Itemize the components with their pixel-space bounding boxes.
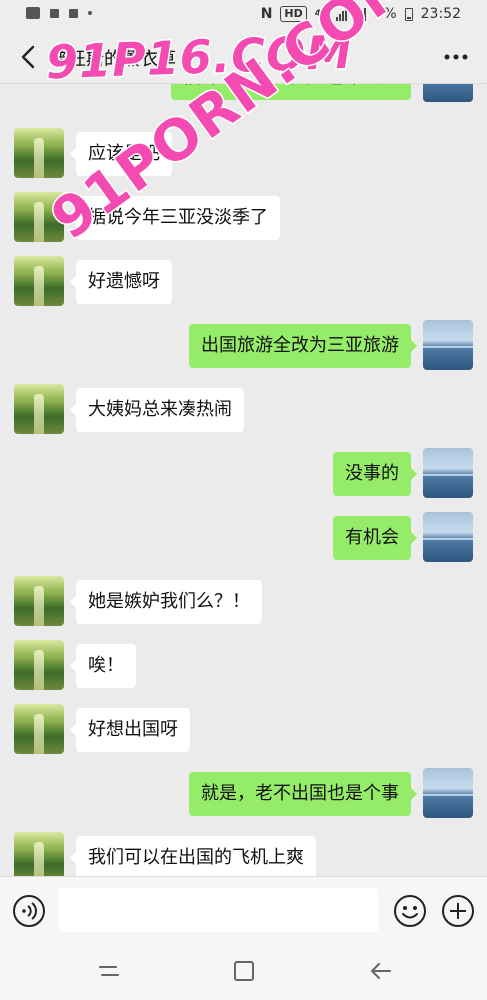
message-received: 应该是吧 bbox=[0, 128, 487, 180]
avatar-self[interactable] bbox=[423, 768, 473, 818]
emoji-icon[interactable] bbox=[393, 894, 427, 928]
message-received: 唉！ bbox=[0, 640, 487, 692]
message-bubble[interactable]: 好想出国呀 bbox=[70, 708, 190, 752]
avatar-contact[interactable] bbox=[14, 640, 64, 690]
avatar-self[interactable] bbox=[423, 448, 473, 498]
avatar-contact[interactable] bbox=[14, 256, 64, 306]
avatar-contact[interactable] bbox=[14, 192, 64, 242]
home-icon[interactable] bbox=[231, 960, 257, 982]
avatar-contact[interactable] bbox=[14, 832, 64, 876]
message-sent: 有机会 bbox=[0, 512, 487, 564]
message-bubble[interactable]: 大姨妈总来凑热闹 bbox=[70, 388, 244, 432]
battery-icon bbox=[404, 7, 413, 21]
avatar-self[interactable] bbox=[423, 84, 473, 102]
message-bubble[interactable]: 出国旅游全改为三亚旅游 bbox=[189, 324, 417, 368]
message-received: 好遗憾呀 bbox=[0, 256, 487, 308]
notification-icons bbox=[26, 7, 92, 19]
message-received: 大姨妈总来凑热闹 bbox=[0, 384, 487, 436]
chat-title: 普旺斯的薰衣草 bbox=[50, 49, 176, 70]
clock: 23:52 bbox=[420, 6, 461, 22]
message-bubble[interactable]: 应该是吧 bbox=[70, 132, 172, 176]
notification-icon bbox=[50, 8, 59, 18]
message-received: 据说今年三亚没淡季了 bbox=[0, 192, 487, 244]
signal-icon bbox=[336, 7, 348, 21]
avatar-contact[interactable] bbox=[14, 128, 64, 178]
gallery-icon bbox=[26, 7, 40, 19]
hd-badge: HD bbox=[280, 6, 307, 22]
message-received: 好想出国呀 bbox=[0, 704, 487, 756]
back-nav-icon[interactable] bbox=[368, 960, 394, 982]
network-label: 4G bbox=[314, 9, 329, 19]
message-received: 我们可以在出国的飞机上爽 bbox=[0, 832, 487, 876]
message-bubble[interactable]: 我们可以在出国的飞机上爽 bbox=[70, 836, 316, 876]
plus-icon[interactable] bbox=[441, 894, 475, 928]
message-received: 她是嫉妒我们么？！ bbox=[0, 576, 487, 628]
status-bar: N HD 4G 5% 23:52 bbox=[0, 0, 487, 32]
nfc-icon: N bbox=[260, 6, 273, 22]
more-icon[interactable] bbox=[443, 46, 469, 68]
avatar-contact[interactable] bbox=[14, 704, 64, 754]
message-bubble[interactable]: 据说今年三亚没淡季了 bbox=[70, 196, 280, 240]
recents-icon[interactable] bbox=[96, 960, 122, 982]
message-sent: 出国旅游全改为三亚旅游 bbox=[0, 320, 487, 372]
message-bubble[interactable]: 有机会 bbox=[333, 516, 417, 560]
avatar-contact[interactable] bbox=[14, 576, 64, 626]
system-icons: N HD 4G 5% 23:52 bbox=[261, 6, 461, 22]
avatar-self[interactable] bbox=[423, 512, 473, 562]
message-sent: 没事的 bbox=[0, 448, 487, 500]
message-bubble[interactable]: 唉！ bbox=[70, 644, 136, 688]
message-bubble[interactable]: 好遗憾呀 bbox=[70, 260, 172, 304]
more-notifications-icon bbox=[88, 11, 92, 15]
message-input[interactable] bbox=[58, 888, 378, 932]
avatar-self[interactable] bbox=[423, 320, 473, 370]
message-bubble[interactable]: 就是，老不出国也是个事 bbox=[189, 772, 417, 816]
input-bar bbox=[0, 876, 487, 942]
battery-percent: 5% bbox=[374, 6, 397, 22]
message-bubble[interactable]: 没事的 bbox=[333, 452, 417, 496]
message-list[interactable]: 估计三亚这几天人也不会少 应该是吧 据说今年三亚没淡季了 好遗憾呀 出国旅游全改… bbox=[0, 84, 487, 876]
message-bubble[interactable]: 估计三亚这几天人也不会少 bbox=[171, 84, 411, 100]
chat-header: 普旺斯的薰衣草 bbox=[0, 32, 487, 84]
voice-icon[interactable] bbox=[12, 894, 46, 928]
avatar-contact[interactable] bbox=[14, 384, 64, 434]
notification-icon bbox=[69, 8, 78, 18]
message-sent: 估计三亚这几天人也不会少 bbox=[0, 84, 487, 104]
signal-icon bbox=[355, 7, 367, 21]
system-nav-bar bbox=[0, 942, 487, 1000]
message-sent: 就是，老不出国也是个事 bbox=[0, 768, 487, 820]
message-bubble[interactable]: 她是嫉妒我们么？！ bbox=[70, 580, 262, 624]
back-icon[interactable] bbox=[16, 44, 42, 70]
